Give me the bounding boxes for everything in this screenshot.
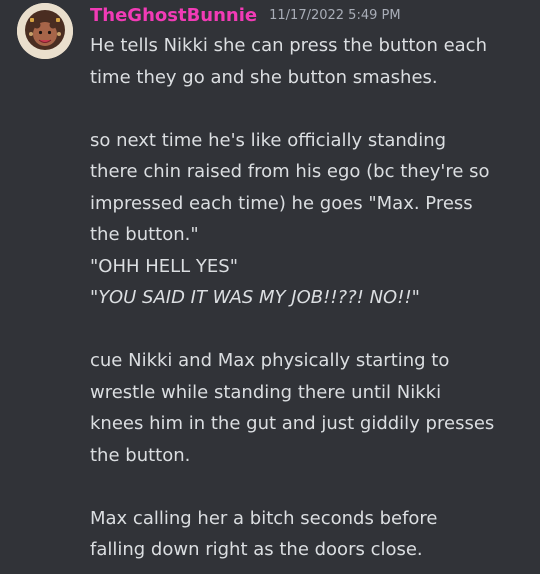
message-line: wrestle while standing there until Nikki bbox=[90, 381, 442, 403]
message-line: the button." bbox=[90, 224, 199, 245]
message-line: the button. bbox=[90, 444, 191, 466]
message-body: He tells Nikki she can press the button … bbox=[90, 30, 530, 566]
message-line-italic: "YOU SAID IT WAS MY JOB!!??! NO!!" bbox=[90, 287, 420, 308]
message-line: cue Nikki and Max physically starting to bbox=[90, 350, 450, 371]
message-line: He tells Nikki she can press the button … bbox=[90, 35, 487, 56]
message-content: TheGhostBunnie 11/17/2022 5:49 PM He tel… bbox=[90, 0, 530, 566]
username[interactable]: TheGhostBunnie bbox=[90, 5, 257, 26]
message-line: impressed each time) he goes "Max. Press bbox=[90, 192, 473, 214]
message-line: time they go and she button smashes. bbox=[90, 66, 438, 88]
message-line: knees him in the gut and just giddily pr… bbox=[90, 413, 495, 434]
message-line: "OHH HELL YES" bbox=[90, 255, 238, 277]
message-line: so next time he's like officially standi… bbox=[90, 129, 447, 151]
message-line: falling down right as the doors close. bbox=[90, 539, 423, 560]
chat-message: TheGhostBunnie 11/17/2022 5:49 PM He tel… bbox=[0, 0, 540, 574]
avatar[interactable] bbox=[17, 3, 73, 59]
timestamp: 11/17/2022 5:49 PM bbox=[269, 7, 401, 23]
message-line: Max calling her a bitch seconds before bbox=[90, 507, 438, 529]
message-header: TheGhostBunnie 11/17/2022 5:49 PM bbox=[90, 0, 530, 30]
message-line: there chin raised from his ego (bc they'… bbox=[90, 161, 490, 182]
avatar-illustration bbox=[17, 3, 73, 59]
